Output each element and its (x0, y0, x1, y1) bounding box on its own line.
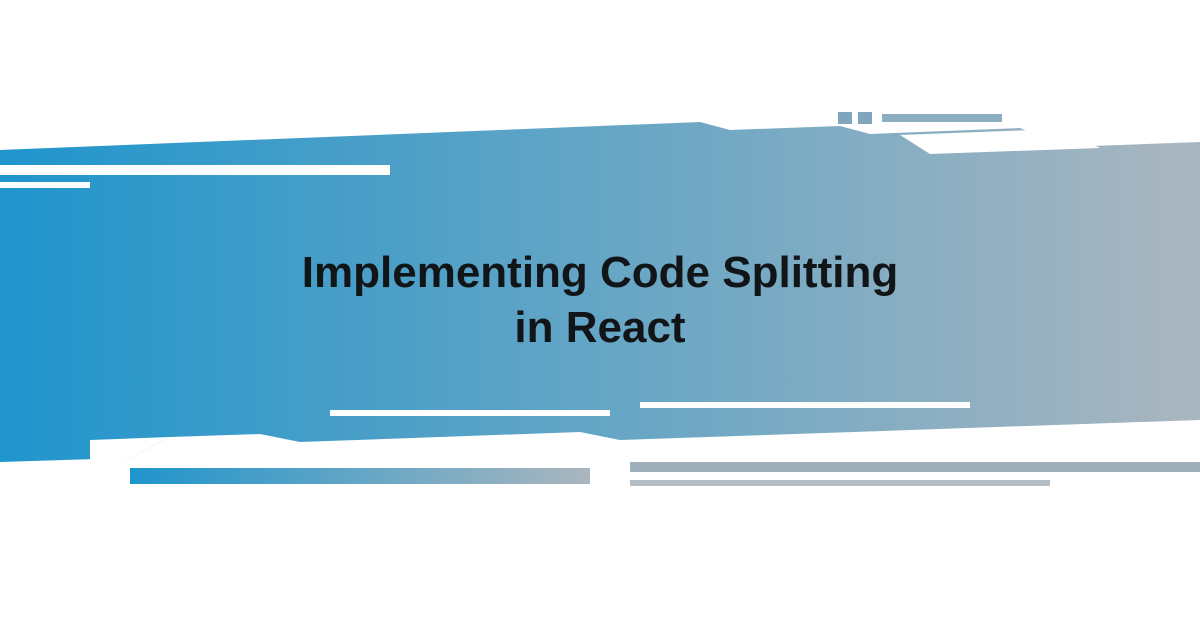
page-title: Implementing Code Splitting in React (150, 245, 1050, 355)
hero-banner: Implementing Code Splitting in React (0, 110, 1200, 490)
title-line-1: Implementing Code Splitting (302, 248, 898, 297)
title-line-2: in React (514, 303, 685, 352)
